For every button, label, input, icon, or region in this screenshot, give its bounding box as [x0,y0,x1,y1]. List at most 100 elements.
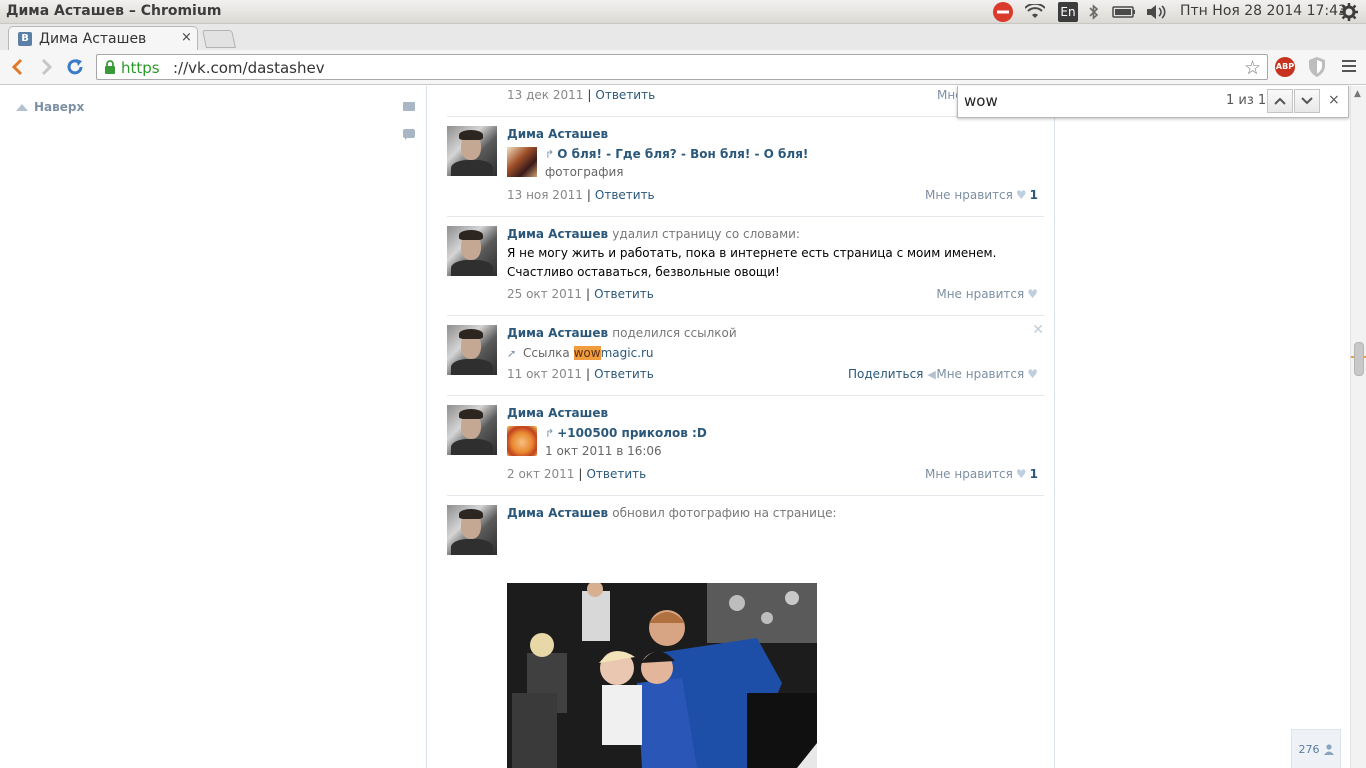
post-date[interactable]: 2 окт 2011 [507,467,574,481]
post-date[interactable]: 13 дек 2011 [507,88,583,102]
find-close-icon[interactable]: × [1328,92,1340,108]
avatar[interactable] [447,405,497,455]
wall: 13 дек 2011 | Ответить Мне Дима Асташев ↱ О… [426,86,1055,768]
reply-link[interactable]: Ответить [595,188,655,202]
forward-arrow-icon[interactable] [36,56,58,78]
address-bar[interactable]: https ://vk.com/dastashev ☆ [96,54,1268,80]
page-scrollbar[interactable]: ▲ [1350,86,1366,768]
like-button[interactable]: Мне нравится ♥ [936,287,1038,301]
find-bar: 1 из 1 × [957,86,1349,118]
avatar[interactable] [447,505,497,555]
chat-icon[interactable] [403,129,415,140]
avatar[interactable] [447,226,497,276]
find-match-count: 1 из 1 [1226,93,1267,108]
search-highlight: wow [573,346,601,360]
repost-title: О бля! - Где бля? - Вон бля! - О бля! [557,147,809,161]
post-meta: 11 окт 2011 | Ответить [507,367,654,381]
vk-favicon-icon: В [18,32,32,46]
share-label: Поделиться [848,367,924,381]
reply-link[interactable]: Ответить [594,367,654,381]
post-header: Дима Асташев удалил страницу со словами: [507,227,800,241]
reply-link[interactable]: Ответить [594,287,654,301]
post-action: поделился ссылкой [612,326,737,340]
up-arrow-icon [16,103,28,111]
repost-arrow-icon: ↱ [545,148,555,161]
like-label: Мне нравится [924,188,1013,202]
no-entry-icon[interactable] [992,2,1014,22]
hamburger-menu-icon[interactable] [1342,60,1356,75]
scroll-up-arrow-icon[interactable]: ▲ [1354,89,1361,99]
page-content: Наверх 13 дек 2011 | Ответить Мне Дима Аст… [0,86,1366,768]
post-meta: 25 окт 2011 | Ответить [507,287,654,301]
tab-active[interactable]: В Дима Асташев × [8,26,198,51]
repost-subtitle: фотография [545,165,624,179]
online-counter[interactable]: 276 [1291,729,1341,768]
like-button[interactable]: Мне нравится ♥ [936,367,1038,381]
new-tab-button[interactable] [202,30,236,48]
post-meta: 2 окт 2011 | Ответить [507,467,647,481]
close-icon[interactable]: ✕ [1032,322,1044,338]
window-title: Дима Асташев – Chromium [6,3,222,19]
tab-title: Дима Асташев [39,31,147,47]
bookmark-star-icon[interactable]: ☆ [1244,57,1261,79]
adblock-plus-icon[interactable]: ABP [1275,57,1295,77]
battery-icon[interactable] [1112,2,1136,22]
reply-link[interactable]: Ответить [586,467,646,481]
tab-close-icon[interactable]: × [181,30,192,45]
post-text: Я не могу жить и работать, пока в интерн… [507,246,997,279]
keyboard-layout-indicator[interactable]: En [1058,2,1078,22]
post-author[interactable]: Дима Асташев [507,406,608,420]
clock[interactable]: Птн Ноя 28 2014 17:43 [1180,3,1347,19]
shield-icon[interactable] [1308,56,1326,81]
repost-thumbnail[interactable] [507,426,537,456]
scroll-thumb[interactable] [1354,342,1364,376]
find-input[interactable] [964,91,1214,111]
post-date[interactable]: 11 окт 2011 [507,367,582,381]
heart-icon: ♥ [1015,188,1027,202]
link-prefix: Ссылка [523,346,570,360]
post-author[interactable]: Дима Асташев [507,227,608,241]
like-button[interactable]: Мне нравится ♥ 1 [925,188,1038,202]
back-arrow-icon[interactable] [6,56,28,78]
repost-link[interactable]: ↱ +100500 приколов :D [545,426,707,440]
link-arrow-icon: ➚ [507,347,517,360]
like-button[interactable]: Мне нравится ♥ 1 [925,467,1038,481]
avatar[interactable] [447,126,497,176]
post-date[interactable]: 25 окт 2011 [507,287,582,301]
settings-gear-icon[interactable] [1340,2,1358,22]
back-to-top-link[interactable]: Наверх [16,100,84,114]
find-previous-button[interactable] [1267,89,1293,113]
link-url[interactable]: wowmagic.ru [573,346,654,360]
post-author[interactable]: Дима Асташев [507,127,608,141]
avatar[interactable] [447,325,497,375]
repost-link[interactable]: ↱ О бля! - Где бля? - Вон бля! - О бля! [545,147,808,161]
wall-post: Дима Асташев ↱ О бля! - Где бля? - Вон бл… [447,126,1044,217]
online-count: 276 [1298,742,1320,756]
share-button[interactable]: Поделиться ◀ [848,367,936,381]
reply-link[interactable]: Ответить [595,88,655,102]
find-next-button[interactable] [1294,89,1320,113]
post-meta: 13 ноя 2011 | Ответить [507,188,655,202]
mail-icon[interactable] [403,102,415,111]
post-date[interactable]: 13 ноя 2011 [507,188,583,202]
chevron-down-icon [1301,97,1313,105]
link-url-rest: magic.ru [600,346,654,360]
repost-arrow-icon: ↱ [545,427,555,440]
wall-post: Дима Асташев поделился ссылкой ✕ ➚ Ссылк… [447,322,1044,396]
repost-thumbnail[interactable] [507,147,537,177]
like-label: Мне нравится [924,467,1013,481]
wall-post: Дима Асташев удалил страницу со словами:… [447,226,1044,316]
wifi-icon[interactable] [1025,2,1045,22]
browser-toolbar: https ://vk.com/dastashev ☆ ABP [0,50,1366,85]
post-author[interactable]: Дима Асташев [507,326,608,340]
post-author[interactable]: Дима Асташев [507,506,608,520]
post-photo[interactable] [507,583,817,768]
wall-post: Дима Асташев ↱ +100500 приколов :D 1 окт … [447,405,1044,496]
repost-title: +100500 приколов :D [557,426,707,440]
shared-link: ➚ Ссылка wowmagic.ru [507,346,654,360]
url-scheme: https [121,59,160,77]
reload-icon[interactable] [64,56,86,78]
heart-icon: ♥ [1027,287,1038,301]
volume-icon[interactable] [1146,2,1166,22]
bluetooth-icon[interactable] [1088,2,1100,22]
